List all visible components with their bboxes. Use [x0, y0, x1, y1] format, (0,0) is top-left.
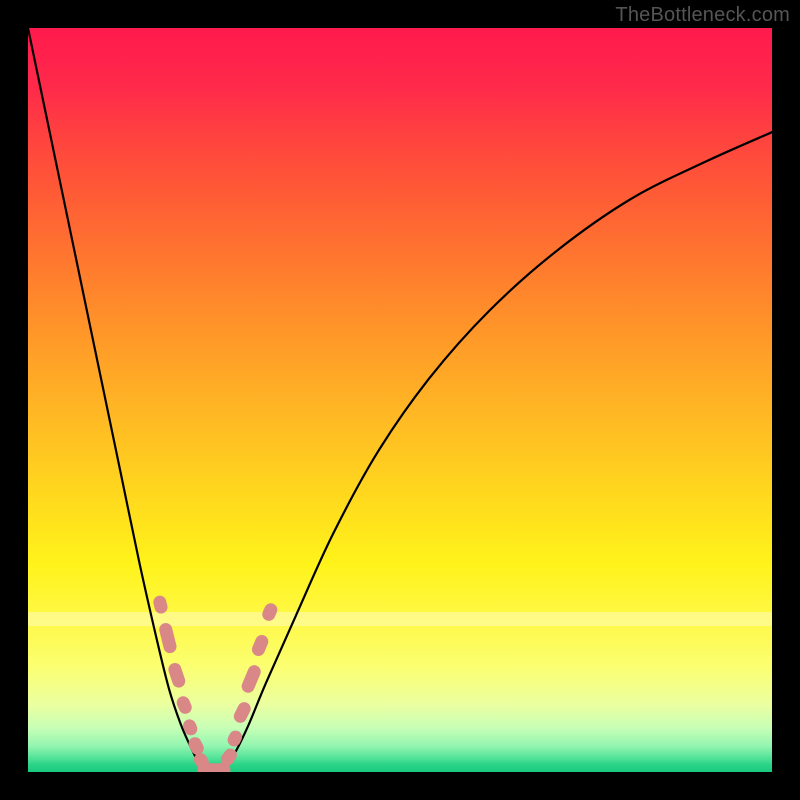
- data-marker: [240, 663, 263, 695]
- marker-layer: [152, 594, 279, 772]
- data-marker: [260, 601, 279, 623]
- watermark-text: TheBottleneck.com: [615, 4, 790, 27]
- data-marker: [225, 728, 244, 748]
- chart-frame: TheBottleneck.com: [0, 0, 800, 800]
- curve-layer: [28, 28, 772, 772]
- plot-area: [28, 28, 772, 772]
- data-marker: [158, 622, 178, 655]
- chart-svg: [28, 28, 772, 772]
- curve-left-branch: [28, 28, 207, 772]
- data-marker: [152, 594, 169, 615]
- data-marker: [250, 633, 270, 658]
- data-marker: [167, 661, 187, 689]
- curve-right-branch: [221, 132, 772, 772]
